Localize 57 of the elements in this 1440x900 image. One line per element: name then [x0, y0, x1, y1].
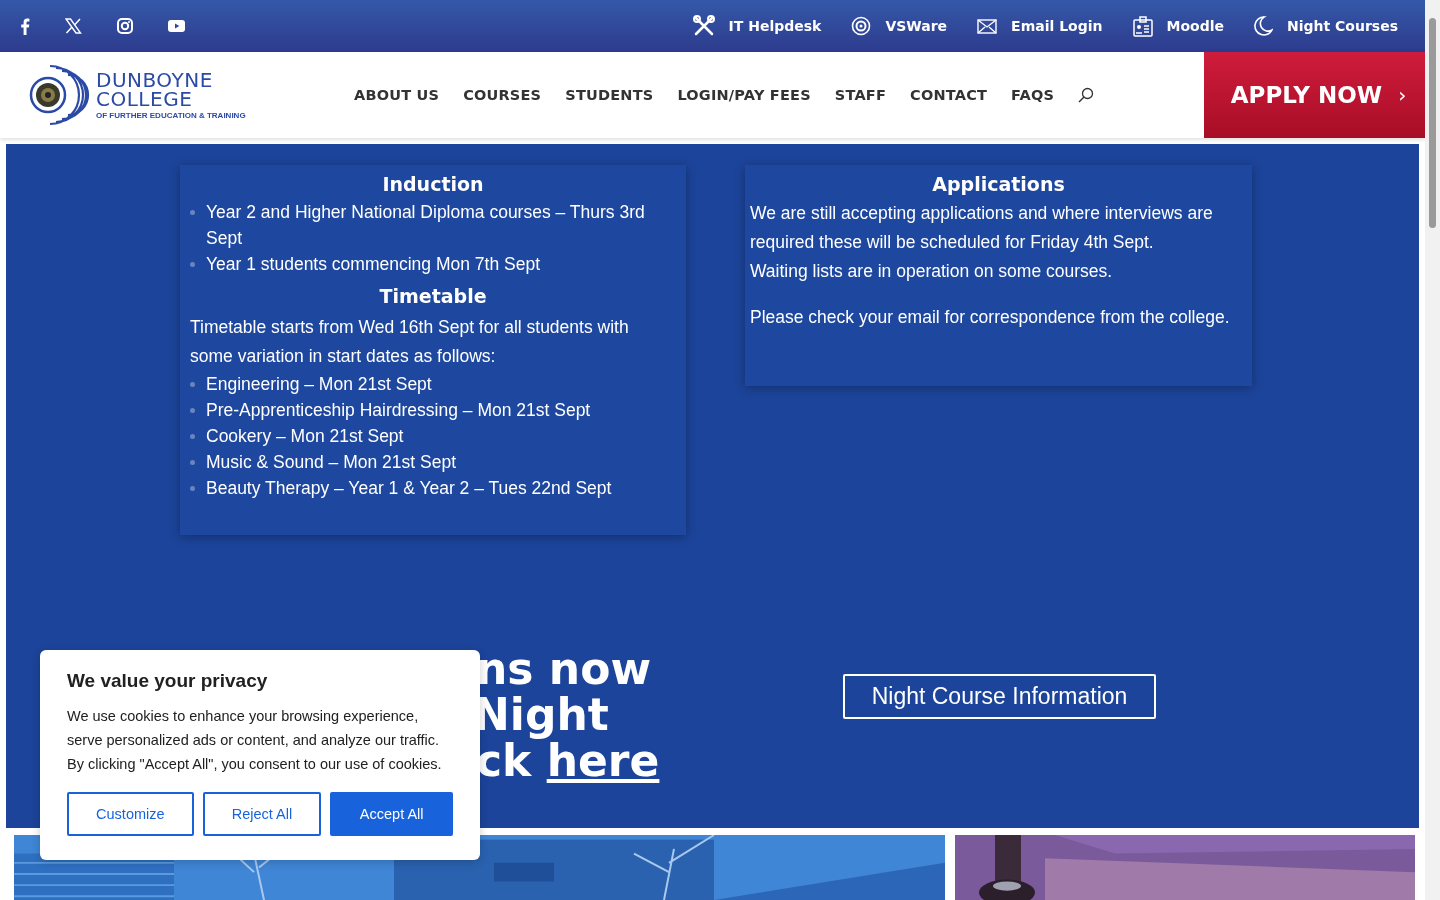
card-text: Please check your email for correspondence from the college.: [750, 306, 1231, 329]
moon-icon: [1254, 16, 1273, 36]
tools-icon: [692, 15, 715, 37]
quick-link[interactable]: IT Helpdesk: [692, 15, 822, 37]
banner-title: We value your privacy: [67, 670, 269, 692]
bullet-icon: [190, 382, 195, 387]
target-icon: [851, 16, 872, 36]
card-title: Timetable: [378, 285, 488, 307]
apply-now-button[interactable]: APPLY NOW ›: [1204, 52, 1425, 138]
x-logo-icon[interactable]: [65, 18, 82, 34]
nav-link[interactable]: STAFF: [834, 87, 887, 103]
quick-link[interactable]: VSWare: [851, 16, 948, 36]
list-item: Year 1 students commencing Mon 7th Sept: [206, 253, 540, 276]
nav-link[interactable]: STUDENTS: [565, 87, 654, 103]
bullet-icon: [190, 434, 195, 439]
list-item: Beauty Therapy – Year 1 & Year 2 – Tues 22nd Sept: [206, 477, 612, 500]
card-title: Induction: [381, 173, 485, 195]
consent-button[interactable]: Accept All: [330, 792, 453, 836]
bullet-icon: [190, 262, 195, 267]
search-icon[interactable]: [1078, 87, 1095, 103]
heading-text: Night: [473, 692, 609, 738]
card-text: Waiting lists are in operation on some courses.: [750, 260, 1114, 283]
card-title: Applications: [931, 173, 1066, 195]
nav-link[interactable]: CONTACT: [910, 87, 988, 103]
quick-link[interactable]: Night Courses: [1254, 16, 1398, 36]
heading-text: ns now: [476, 646, 652, 692]
bullet-icon: [190, 486, 195, 491]
logo-name: COLLEGE: [96, 89, 193, 109]
nav-link[interactable]: ABOUT US: [354, 87, 440, 103]
list-item: Engineering – Mon 21st Sept: [206, 373, 432, 396]
night-course-button[interactable]: Night Course Information: [843, 674, 1156, 719]
consent-button[interactable]: Reject All: [202, 792, 322, 836]
list-item: Pre-Apprenticeship Hairdressing – Mon 21st Sept: [206, 399, 591, 422]
bullet-icon: [190, 408, 195, 413]
card-text: Timetable starts from Wed 16th Sept for all students with some variation in start dates as follows:: [190, 316, 630, 368]
list-item: Cookery – Mon 21st Sept: [206, 425, 404, 448]
bullet-icon: [190, 460, 195, 465]
logo-tagline: OF FURTHER EDUCATION & TRAINING: [96, 110, 246, 120]
bullet-icon: [190, 210, 195, 215]
id-badge-icon: [1132, 15, 1153, 37]
college-logo[interactable]: DUNBOYNE COLLEGE OF FURTHER EDUCATION & TRAINING: [28, 62, 328, 128]
facebook-icon[interactable]: [20, 17, 30, 35]
instagram-icon[interactable]: [117, 18, 133, 34]
nav-link[interactable]: LOGIN/PAY FEES: [677, 87, 811, 103]
youtube-icon[interactable]: [168, 20, 185, 32]
logo-name: DUNBOYNE: [96, 70, 214, 90]
quick-link[interactable]: Email Login: [977, 18, 1103, 34]
card-text: We are still accepting applications and where interviews are required these will be scheduled for Friday 4th Sept.: [750, 202, 1214, 254]
scrollbar[interactable]: [1425, 0, 1440, 900]
banner-text: We use cookies to enhance your browsing experience, serve personalized ads or content, and analyze our traffic. By clicking "Accept All", you consent to our use of cookies.: [67, 707, 443, 774]
nav-link[interactable]: FAQS: [1011, 87, 1055, 103]
quick-link[interactable]: Moodle: [1132, 15, 1224, 37]
consent-button[interactable]: Customize: [67, 792, 194, 836]
list-item: Year 2 and Higher National Diploma courses – Thurs 3rd Sept: [206, 201, 646, 250]
nav-link[interactable]: COURSES: [463, 87, 542, 103]
list-item: Music & Sound – Mon 21st Sept: [206, 451, 456, 474]
envelope-icon: [977, 18, 998, 34]
